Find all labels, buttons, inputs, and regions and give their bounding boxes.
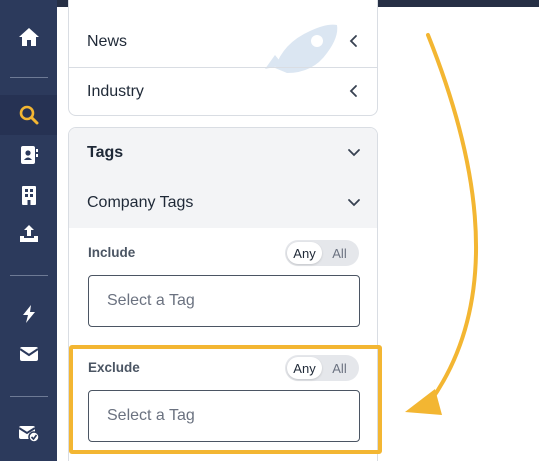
filter-industry-label: Industry [87, 83, 144, 100]
include-label: Include [88, 245, 136, 260]
exclude-label: Exclude [88, 360, 140, 375]
tags-section-header[interactable]: Tags [69, 128, 377, 178]
include-any-all-toggle: Any All [285, 240, 359, 266]
company-tags-header[interactable]: Company Tags [69, 178, 377, 228]
contact-card-icon[interactable] [17, 143, 41, 167]
nav-divider [10, 77, 48, 78]
filter-list-card: News Industry [68, 0, 378, 116]
nav-divider [10, 396, 48, 397]
mail-icon[interactable] [17, 342, 41, 366]
filter-news[interactable]: News [69, 17, 377, 67]
include-all-option[interactable]: All [322, 242, 357, 264]
upload-icon[interactable] [17, 222, 41, 246]
exclude-all-option[interactable]: All [322, 357, 357, 379]
exclude-any-all-toggle: Any All [285, 355, 359, 381]
filter-industry[interactable]: Industry [69, 67, 377, 115]
home-icon[interactable] [17, 25, 41, 49]
filter-news-label: News [87, 33, 128, 50]
annotation-arrow-icon [405, 33, 479, 415]
sidebar-nav [0, 0, 57, 461]
nav-divider [10, 275, 48, 276]
exclude-tag-input[interactable] [88, 390, 360, 442]
search-icon[interactable] [17, 103, 41, 127]
tags-section-label: Tags [87, 144, 124, 161]
mail-check-icon[interactable] [17, 422, 41, 446]
company-tags-label: Company Tags [87, 194, 194, 211]
chevron-left-icon [349, 35, 357, 47]
building-icon[interactable] [17, 183, 41, 207]
chevron-left-icon [349, 85, 357, 97]
lightning-icon[interactable] [17, 302, 41, 326]
include-any-option[interactable]: Any [287, 242, 322, 264]
exclude-any-option[interactable]: Any [287, 357, 322, 379]
chevron-down-icon [348, 199, 360, 207]
include-tag-input[interactable] [88, 275, 360, 327]
tags-filter-card: Tags Company Tags Include Any All Exclud… [68, 127, 378, 461]
chevron-down-icon [348, 149, 360, 157]
